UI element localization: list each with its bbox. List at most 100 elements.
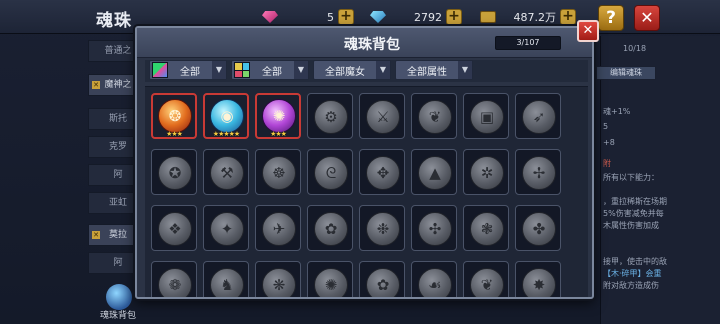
help-button[interactable]: ?	[598, 5, 624, 31]
orb-emblem-icon: ▲	[429, 164, 441, 182]
detail-line: 魂+1%	[603, 107, 631, 116]
detail-line: 接甲，使击中的敌	[603, 257, 667, 266]
soul-orb-slot-locked[interactable]: ❋	[255, 261, 301, 297]
witch-filter-dropdown[interactable]: 全部魔女 ▼	[313, 60, 391, 80]
orb-emblem-icon: ⚒	[220, 164, 234, 182]
soul-orb-slot-owned[interactable]: ✺ ★★★	[255, 93, 301, 139]
locked-soul-orb-icon: ▲	[418, 156, 452, 190]
orb-emblem-icon: ◉	[220, 107, 234, 125]
soul-orb-slot-locked[interactable]: ⚔	[359, 93, 405, 139]
add-chest-button[interactable]: +	[560, 9, 576, 25]
fire-soul-orb-icon: ❂	[158, 99, 192, 133]
locked-soul-orb-icon: ♞	[210, 268, 244, 297]
orb-emblem-icon: ✈	[272, 220, 286, 238]
attribute-filter-dropdown[interactable]: 全部属性 ▼	[395, 60, 473, 80]
add-pink-gem-button[interactable]: +	[338, 9, 354, 25]
orb-emblem-icon: ☙	[428, 276, 442, 294]
sidebar-item-label: 莫拉	[108, 230, 127, 240]
dropdown-value: 全部属性	[407, 66, 447, 78]
edit-soul-orb-button[interactable]: 编辑魂珠	[596, 66, 656, 80]
locked-soul-orb-icon: ❃	[470, 212, 504, 246]
capacity-count: 3/107	[495, 36, 561, 50]
soul-orb-slot-locked[interactable]: ❉	[359, 205, 405, 251]
treasure-chest-icon	[480, 11, 496, 23]
orb-emblem-icon: ✺	[272, 107, 286, 125]
soul-orb-slot-locked[interactable]: ✥	[359, 149, 405, 195]
detail-line: 木属性伤害加成	[603, 221, 659, 230]
rarity-filter-dropdown[interactable]: 全部 ▼	[149, 60, 227, 80]
soul-bag-modal: 魂珠背包 3/107 全部 ▼ 全部 ▼ 全部魔女 ▼ 全部属性 ▼ ❂ ★★★…	[135, 26, 594, 299]
locked-soul-orb-icon: ✦	[210, 212, 244, 246]
soul-orb-slot-locked[interactable]: ❦	[411, 93, 457, 139]
orb-emblem-icon: ❂	[168, 107, 182, 125]
orb-grid: ❂ ★★★ ◉ ★★★★★ ✺ ★★★ ⚙ ⚔ ❦ ▣ ➶ ✪ ⚒ ☸ ᘓ ✥ ▲ ✲ ✢ ❖ ✦ ✈ ✿ ❉ ✣ ❃ ✤ ❁ ♞ ❋ ✺ ✿…	[145, 86, 588, 297]
ice-soul-orb-icon: ◉	[210, 99, 244, 133]
soul-orb-slot-locked[interactable]: ▲	[411, 149, 457, 195]
soul-orb-slot-locked[interactable]: ☙	[411, 261, 457, 297]
add-blue-gem-button[interactable]: +	[446, 9, 462, 25]
soul-orb-slot-locked[interactable]: ➶	[515, 93, 561, 139]
soul-orb-slot-owned[interactable]: ❂ ★★★	[151, 93, 197, 139]
locked-soul-orb-icon: ☙	[418, 268, 452, 297]
orb-emblem-icon: ⚙	[324, 108, 338, 126]
soul-orb-slot-locked[interactable]: ❦	[463, 261, 509, 297]
soul-orb-slot-locked[interactable]: ✢	[515, 149, 561, 195]
detail-line: 附对敌方造成伤	[603, 281, 659, 290]
soul-orb-slot-locked[interactable]: ✺	[307, 261, 353, 297]
locked-soul-orb-icon: ✣	[418, 212, 452, 246]
selected-marker-icon: ✕	[92, 81, 100, 89]
soul-orb-slot-locked[interactable]: ✿	[307, 205, 353, 251]
close-screen-button[interactable]: ✕	[634, 5, 660, 31]
orb-emblem-icon: ✸	[532, 276, 546, 294]
orb-emblem-icon: ❋	[272, 276, 286, 294]
soul-orb-slot-locked[interactable]: ✪	[151, 149, 197, 195]
element-filter-dropdown[interactable]: 全部 ▼	[231, 60, 309, 80]
orb-emblem-icon: ❦	[428, 108, 442, 126]
locked-soul-orb-icon: ❦	[418, 100, 452, 134]
orb-emblem-icon: ♞	[220, 276, 234, 294]
locked-soul-orb-icon: ❁	[158, 268, 192, 297]
soul-orb-slot-locked[interactable]: ✈	[255, 205, 301, 251]
soul-orb-slot-locked[interactable]: ✣	[411, 205, 457, 251]
soul-orb-slot-locked[interactable]: ▣	[463, 93, 509, 139]
locked-soul-orb-icon: ❖	[158, 212, 192, 246]
filter-bar: 全部 ▼ 全部 ▼ 全部魔女 ▼ 全部属性 ▼	[145, 60, 588, 82]
soul-bag-label[interactable]: 魂珠背包	[88, 308, 148, 321]
soul-orb-slot-locked[interactable]: ⚙	[307, 93, 353, 139]
progress-text: 10/18	[623, 44, 647, 53]
orb-emblem-icon: ☸	[272, 164, 286, 182]
soul-orb-slot-locked[interactable]: ♞	[203, 261, 249, 297]
locked-soul-orb-icon: ✺	[314, 268, 348, 297]
dropdown-value: 全部魔女	[325, 66, 365, 78]
rainbow-icon	[152, 62, 168, 78]
soul-orb-slot-locked[interactable]: ❃	[463, 205, 509, 251]
soul-orb-slot-locked[interactable]: ❖	[151, 205, 197, 251]
soul-orb-slot-locked[interactable]: ❁	[151, 261, 197, 297]
soul-orb-slot-locked[interactable]: ✲	[463, 149, 509, 195]
soul-orb-slot-locked[interactable]: ✦	[203, 205, 249, 251]
detail-line: ，重拉稀斯在场期	[603, 197, 667, 206]
soul-orb-slot-locked[interactable]: ☸	[255, 149, 301, 195]
locked-soul-orb-icon: ❦	[470, 268, 504, 297]
soul-orb-slot-locked[interactable]: ᘓ	[307, 149, 353, 195]
orb-emblem-icon: ▣	[479, 108, 495, 126]
soul-orb-slot-locked[interactable]: ✸	[515, 261, 561, 297]
soul-orb-slot-owned[interactable]: ◉ ★★★★★	[203, 93, 249, 139]
soul-orb-slot-locked[interactable]: ✿	[359, 261, 405, 297]
locked-soul-orb-icon: ✤	[522, 212, 556, 246]
orb-emblem-icon: ✣	[428, 220, 442, 238]
close-modal-button[interactable]: ✕	[577, 20, 599, 42]
orb-emblem-icon: ✥	[376, 164, 390, 182]
blue-gem-icon	[370, 11, 386, 23]
orb-emblem-icon: ✪	[168, 164, 182, 182]
element-grid-icon	[234, 62, 250, 78]
soul-orb-slot-locked[interactable]: ⚒	[203, 149, 249, 195]
soul-orb-slot-locked[interactable]: ✤	[515, 205, 561, 251]
orb-emblem-icon: ❉	[376, 220, 390, 238]
orb-emblem-icon: ❁	[168, 276, 182, 294]
orb-emblem-icon: ✢	[532, 164, 546, 182]
orb-emblem-icon: ✿	[376, 276, 390, 294]
locked-soul-orb-icon: ✢	[522, 156, 556, 190]
arcane-soul-orb-icon: ✺	[262, 99, 296, 133]
game-screen: 魂珠 5 + 2792 + 487.2万 + ? ✕ 普通之 ✕ 魔神之 斯托 …	[0, 0, 720, 324]
